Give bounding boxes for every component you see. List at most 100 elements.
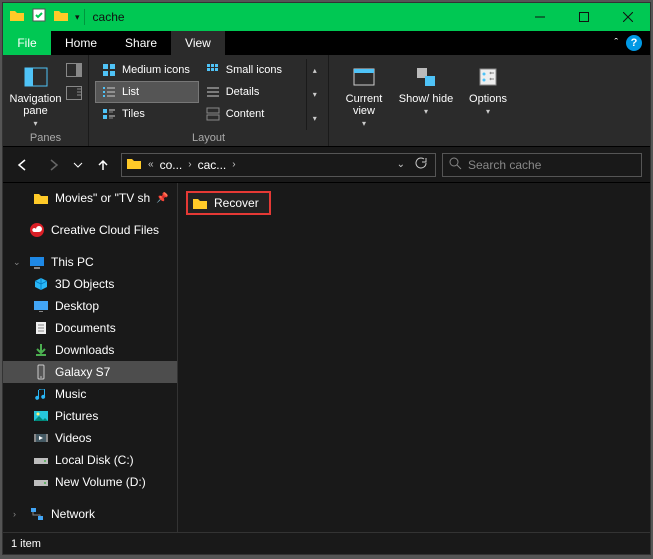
tab-share[interactable]: Share <box>111 31 171 55</box>
layout-tiles[interactable]: Tiles <box>95 103 199 125</box>
videos-icon <box>33 430 49 446</box>
pictures-icon <box>33 408 49 424</box>
quick-access-toolbar: ▾ <box>3 7 80 28</box>
navigation-pane-label: Navigation pane <box>9 93 62 117</box>
layout-list[interactable]: List <box>95 81 199 103</box>
sidebar-item-this-pc[interactable]: ⌄ This PC <box>3 251 177 273</box>
navigation-pane-button[interactable]: Navigation pane ▾ <box>9 59 62 128</box>
layout-details[interactable]: Details <box>199 81 303 103</box>
sidebar-item-movies[interactable]: Movies" or "TV sh 📌 <box>3 187 177 209</box>
options-button[interactable]: Options ▾ <box>459 59 517 116</box>
chevron-right-icon[interactable]: « <box>146 159 156 170</box>
titlebar: ▾ cache <box>3 3 650 31</box>
sidebar-item-music[interactable]: Music <box>3 383 177 405</box>
folder-icon <box>53 7 69 28</box>
sidebar-item-creative-cloud[interactable]: Creative Cloud Files <box>3 219 177 241</box>
network-icon <box>29 506 45 522</box>
address-bar[interactable]: « co... › cac... › ⌄ <box>121 153 436 177</box>
layout-gallery-scroll[interactable]: ▴ ▾ ▾ <box>306 59 322 130</box>
details-pane-icon[interactable] <box>66 86 82 105</box>
current-view-icon <box>350 63 378 91</box>
close-button[interactable] <box>606 3 650 31</box>
explorer-window: ▾ cache File Home Share View ˆ ? <box>2 2 651 555</box>
ribbon-group-label: Panes <box>9 130 82 144</box>
list-item-recover[interactable]: Recover <box>186 191 271 215</box>
sidebar-item-videos[interactable]: Videos <box>3 427 177 449</box>
separator <box>84 9 85 25</box>
3d-objects-icon <box>33 276 49 292</box>
file-name: Recover <box>214 196 259 210</box>
chevron-down-icon: ▾ <box>486 107 490 116</box>
desktop-icon <box>33 298 49 314</box>
ribbon: Navigation pane ▾ Panes Medium icons <box>3 55 650 147</box>
properties-icon[interactable] <box>31 7 47 28</box>
sidebar-item-3d-objects[interactable]: 3D Objects <box>3 273 177 295</box>
ribbon-group-layout: Medium icons Small icons List <box>89 55 329 146</box>
tab-home[interactable]: Home <box>51 31 111 55</box>
folder-icon <box>9 7 25 28</box>
documents-icon <box>33 320 49 336</box>
sidebar-item-network[interactable]: › Network <box>3 503 177 525</box>
layout-small-icons[interactable]: Small icons <box>199 59 303 81</box>
up-button[interactable] <box>91 153 115 177</box>
sidebar-item-new-volume[interactable]: New Volume (D:) <box>3 471 177 493</box>
chevron-down-icon[interactable]: ▾ <box>307 83 322 107</box>
sidebar-item-desktop[interactable]: Desktop <box>3 295 177 317</box>
more-icon[interactable]: ▾ <box>307 106 322 130</box>
creative-cloud-icon <box>29 222 45 238</box>
breadcrumb[interactable]: co... <box>160 158 183 172</box>
item-count: 1 item <box>11 538 41 550</box>
file-list[interactable]: Recover <box>178 183 650 532</box>
ribbon-group-label: Layout <box>95 130 322 144</box>
refresh-icon[interactable] <box>409 156 431 173</box>
layout-content[interactable]: Content <box>199 103 303 125</box>
ribbon-tabs: File Home Share View ˆ ? <box>3 31 650 55</box>
layout-gallery: Medium icons Small icons List <box>95 59 302 130</box>
search-placeholder: Search cache <box>468 158 541 172</box>
maximize-button[interactable] <box>562 3 606 31</box>
layout-medium-icons[interactable]: Medium icons <box>95 59 199 81</box>
current-view-button[interactable]: Current view ▾ <box>335 59 393 128</box>
tab-file[interactable]: File <box>3 31 51 55</box>
ribbon-group-right: Current view ▾ Show/ hide ▾ Options ▾ <box>329 55 523 146</box>
forward-button[interactable] <box>41 153 65 177</box>
drive-icon <box>33 474 49 490</box>
content-area: Movies" or "TV sh 📌 Creative Cloud Files… <box>3 183 650 532</box>
address-dropdown-icon[interactable]: ⌄ <box>397 159 405 170</box>
pin-icon: 📌 <box>156 193 168 204</box>
search-icon <box>449 157 462 173</box>
chevron-down-icon: ▾ <box>362 119 366 128</box>
chevron-down-icon: ▾ <box>33 119 37 128</box>
sidebar-item-galaxy-s7[interactable]: Galaxy S7 <box>3 361 177 383</box>
help-icon[interactable]: ? <box>626 35 642 51</box>
folder-icon <box>33 190 49 206</box>
sidebar-item-downloads[interactable]: Downloads <box>3 339 177 361</box>
collapse-ribbon-icon[interactable]: ˆ <box>614 37 618 49</box>
preview-pane-icon[interactable] <box>66 63 82 82</box>
options-icon <box>474 63 502 91</box>
ribbon-group-panes: Navigation pane ▾ Panes <box>3 55 89 146</box>
status-bar: 1 item <box>3 532 650 554</box>
music-icon <box>33 386 49 402</box>
navigation-pane-icon <box>22 63 50 91</box>
downloads-icon <box>33 342 49 358</box>
expand-icon[interactable]: ⌄ <box>13 257 23 268</box>
back-button[interactable] <box>11 153 35 177</box>
address-bar-row: « co... › cac... › ⌄ Search cache <box>3 147 650 183</box>
sidebar-item-pictures[interactable]: Pictures <box>3 405 177 427</box>
chevron-up-icon[interactable]: ▴ <box>307 59 322 83</box>
recent-locations-button[interactable] <box>71 153 85 177</box>
show-hide-icon <box>412 63 440 91</box>
search-input[interactable]: Search cache <box>442 153 642 177</box>
phone-icon <box>33 364 49 380</box>
breadcrumb[interactable]: cac... <box>198 158 227 172</box>
sidebar-item-local-disk[interactable]: Local Disk (C:) <box>3 449 177 471</box>
chevron-right-icon[interactable]: › <box>186 159 193 170</box>
tab-view[interactable]: View <box>171 31 225 55</box>
chevron-right-icon[interactable]: › <box>230 159 237 170</box>
expand-icon[interactable]: › <box>13 509 23 519</box>
qat-dropdown-icon[interactable]: ▾ <box>75 12 80 23</box>
show-hide-button[interactable]: Show/ hide ▾ <box>397 59 455 116</box>
sidebar-item-documents[interactable]: Documents <box>3 317 177 339</box>
minimize-button[interactable] <box>518 3 562 31</box>
